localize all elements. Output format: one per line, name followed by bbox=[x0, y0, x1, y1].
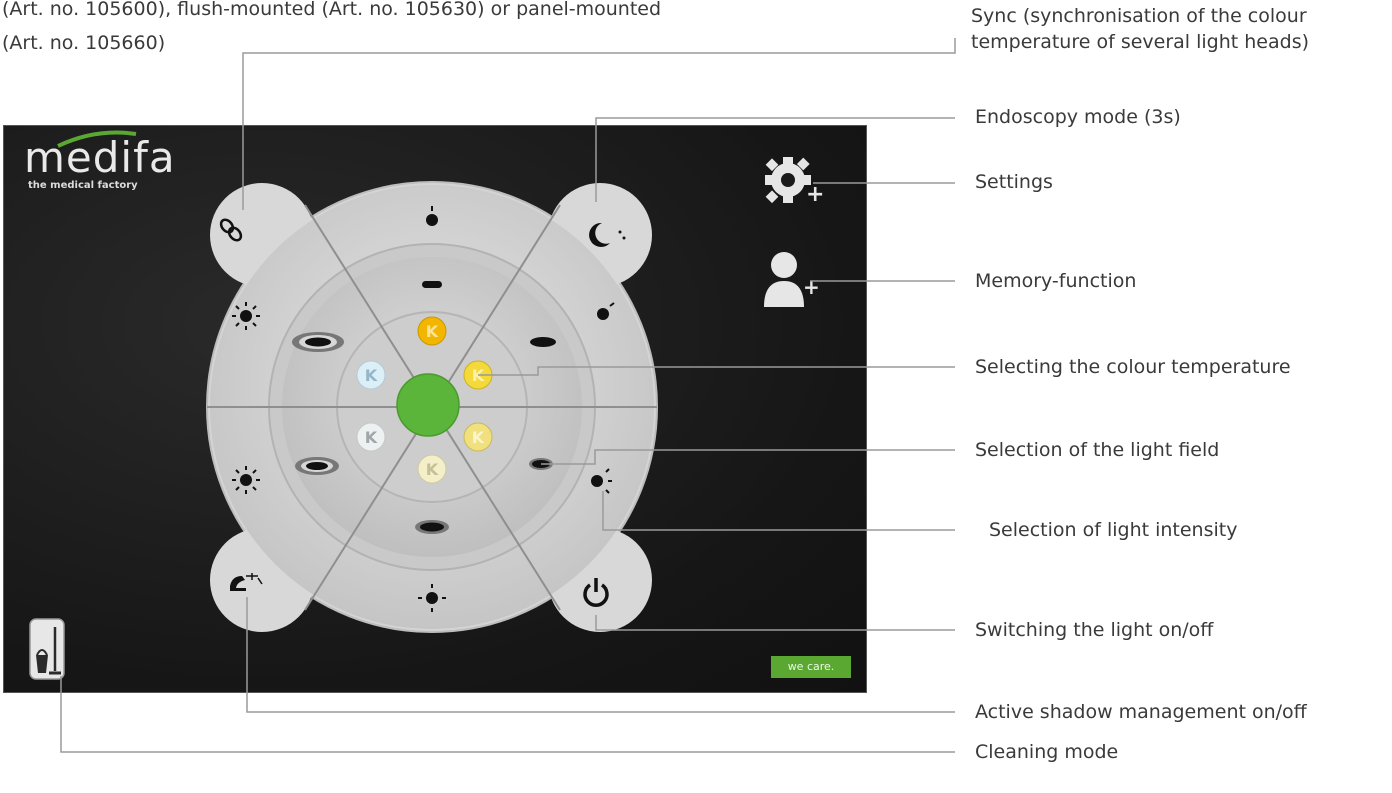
cleaning-mode-button[interactable] bbox=[29, 618, 65, 680]
colour-temp-left-upper-button[interactable]: K bbox=[356, 360, 386, 390]
k-label: K bbox=[426, 460, 439, 479]
callout-cleaning-mode: Cleaning mode bbox=[975, 741, 1119, 763]
callout-sync-line-1: Sync (synchronisation of the colour bbox=[971, 5, 1307, 27]
colour-temp-left-lower-button[interactable]: K bbox=[356, 422, 386, 452]
callout-settings: Settings bbox=[975, 171, 1053, 193]
svg-text:+: + bbox=[806, 182, 824, 207]
settings-button[interactable]: + bbox=[765, 157, 824, 207]
callout-on-off: Switching the light on/off bbox=[975, 619, 1214, 641]
callout-sync: Sync (synchronisation of the colour temp… bbox=[971, 3, 1309, 55]
callout-light-intensity: Selection of light intensity bbox=[989, 519, 1238, 541]
callout-light-field: Selection of the light field bbox=[975, 439, 1220, 461]
callout-shadow-management: Active shadow management on/off bbox=[975, 701, 1307, 723]
small-field-icon bbox=[530, 337, 556, 347]
colour-temp-bottom-button[interactable]: K bbox=[417, 454, 447, 484]
callout-endoscopy-mode: Endoscopy mode (3s) bbox=[975, 106, 1181, 128]
light-field-upper-left-button[interactable] bbox=[292, 332, 344, 352]
light-field-bottom-button[interactable] bbox=[415, 520, 449, 534]
user-add-icon: + bbox=[764, 252, 820, 307]
light-field-upper-right-button[interactable] bbox=[530, 337, 556, 347]
callout-colour-temperature: Selecting the colour temperature bbox=[975, 356, 1291, 378]
control-diagram: K K K K K K + + bbox=[29, 38, 956, 753]
memory-function-button[interactable]: + bbox=[764, 252, 820, 307]
k-label: K bbox=[426, 322, 439, 341]
k-label: K bbox=[365, 428, 378, 447]
center-active-button[interactable] bbox=[396, 373, 460, 437]
callout-sync-line-2: temperature of several light heads) bbox=[971, 31, 1310, 53]
small-field-icon bbox=[422, 281, 442, 288]
light-field-top-button[interactable] bbox=[422, 281, 442, 288]
colour-temp-top-button[interactable]: K bbox=[417, 316, 447, 346]
svg-text:+: + bbox=[803, 275, 820, 299]
k-label: K bbox=[472, 428, 485, 447]
gear-icon: + bbox=[765, 157, 824, 207]
colour-temp-right-lower-button[interactable]: K bbox=[463, 422, 493, 452]
k-label: K bbox=[365, 366, 378, 385]
light-field-lower-left-button[interactable] bbox=[295, 457, 339, 475]
callout-memory-function: Memory-function bbox=[975, 270, 1137, 292]
